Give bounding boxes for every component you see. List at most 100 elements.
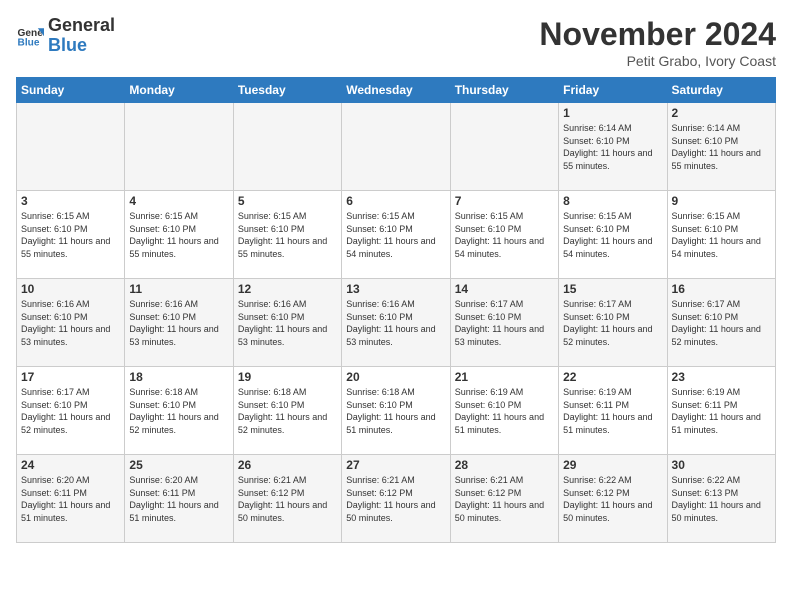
header-monday: Monday <box>125 78 233 103</box>
header-saturday: Saturday <box>667 78 775 103</box>
calendar-week-row: 24Sunrise: 6:20 AM Sunset: 6:11 PM Dayli… <box>17 455 776 543</box>
header-thursday: Thursday <box>450 78 558 103</box>
calendar-week-row: 10 Sunrise: 6:16 AM Sunset: 6:10 PM Dayli… <box>17 279 776 367</box>
calendar-cell: 30Sunrise: 6:22 AM Sunset: 6:13 PM Dayli… <box>667 455 775 543</box>
day-number: 28 <box>455 458 554 472</box>
day-info: Sunrise: 6:15 AM Sunset: 6:10 PM Dayligh… <box>129 210 228 260</box>
calendar-cell <box>125 103 233 191</box>
calendar-week-row: 1 Sunrise: 6:14 AM Sunset: 6:10 PM Daylig… <box>17 103 776 191</box>
calendar-cell: 26Sunrise: 6:21 AM Sunset: 6:12 PM Dayli… <box>233 455 341 543</box>
calendar-cell: 9 Sunrise: 6:15 AM Sunset: 6:10 PM Daylig… <box>667 191 775 279</box>
day-info: Sunrise: 6:17 AM Sunset: 6:10 PM Dayligh… <box>455 298 554 348</box>
calendar-cell: 13 Sunrise: 6:16 AM Sunset: 6:10 PM Dayli… <box>342 279 450 367</box>
day-number: 2 <box>672 106 771 120</box>
calendar-cell: 29 Sunrise: 6:22 AM Sunset: 6:12 PM Dayli… <box>559 455 667 543</box>
location-subtitle: Petit Grabo, Ivory Coast <box>539 53 776 69</box>
day-number: 14 <box>455 282 554 296</box>
day-info: Sunrise: 6:18 AM Sunset: 6:10 PM Dayligh… <box>238 386 337 436</box>
calendar-cell: 12 Sunrise: 6:16 AM Sunset: 6:10 PM Dayli… <box>233 279 341 367</box>
day-info: Sunrise: 6:22 AM Sunset: 6:12 PM Dayligh… <box>563 474 662 524</box>
day-info: Sunrise: 6:16 AM Sunset: 6:10 PM Dayligh… <box>129 298 228 348</box>
day-info: Sunrise: 6:14 AM Sunset: 6:10 PM Dayligh… <box>672 122 771 172</box>
day-info: Sunrise: 6:20 AM Sunset: 6:11 PM Dayligh… <box>129 474 228 524</box>
calendar-cell: 18 Sunrise: 6:18 AM Sunset: 6:10 PM Dayli… <box>125 367 233 455</box>
day-number: 10 <box>21 282 120 296</box>
day-info: Sunrise: 6:20 AM Sunset: 6:11 PM Dayligh… <box>21 474 120 524</box>
day-number: 1 <box>563 106 662 120</box>
logo-blue: Blue <box>48 36 115 56</box>
day-number: 19 <box>238 370 337 384</box>
day-info: Sunrise: 6:18 AM Sunset: 6:10 PM Dayligh… <box>129 386 228 436</box>
day-info: Sunrise: 6:19 AM Sunset: 6:10 PM Dayligh… <box>455 386 554 436</box>
month-title: November 2024 <box>539 16 776 53</box>
calendar-cell: 6 Sunrise: 6:15 AM Sunset: 6:10 PM Daylig… <box>342 191 450 279</box>
calendar-cell: 15Sunrise: 6:17 AM Sunset: 6:10 PM Dayli… <box>559 279 667 367</box>
day-number: 8 <box>563 194 662 208</box>
title-area: November 2024 Petit Grabo, Ivory Coast <box>539 16 776 69</box>
logo-general: General <box>48 16 115 36</box>
day-number: 6 <box>346 194 445 208</box>
day-info: Sunrise: 6:14 AM Sunset: 6:10 PM Dayligh… <box>563 122 662 172</box>
calendar-cell: 21 Sunrise: 6:19 AM Sunset: 6:10 PM Dayli… <box>450 367 558 455</box>
day-info: Sunrise: 6:17 AM Sunset: 6:10 PM Dayligh… <box>21 386 120 436</box>
day-info: Sunrise: 6:19 AM Sunset: 6:11 PM Dayligh… <box>672 386 771 436</box>
day-number: 30 <box>672 458 771 472</box>
day-info: Sunrise: 6:19 AM Sunset: 6:11 PM Dayligh… <box>563 386 662 436</box>
header-friday: Friday <box>559 78 667 103</box>
day-number: 29 <box>563 458 662 472</box>
day-info: Sunrise: 6:21 AM Sunset: 6:12 PM Dayligh… <box>238 474 337 524</box>
day-info: Sunrise: 6:17 AM Sunset: 6:10 PM Dayligh… <box>672 298 771 348</box>
day-info: Sunrise: 6:15 AM Sunset: 6:10 PM Dayligh… <box>346 210 445 260</box>
day-info: Sunrise: 6:16 AM Sunset: 6:10 PM Dayligh… <box>238 298 337 348</box>
day-number: 18 <box>129 370 228 384</box>
day-number: 7 <box>455 194 554 208</box>
header: General Blue General Blue November 2024 … <box>16 16 776 69</box>
calendar-cell: 4 Sunrise: 6:15 AM Sunset: 6:10 PM Daylig… <box>125 191 233 279</box>
day-info: Sunrise: 6:16 AM Sunset: 6:10 PM Dayligh… <box>21 298 120 348</box>
logo-icon: General Blue <box>16 22 44 50</box>
day-number: 3 <box>21 194 120 208</box>
day-info: Sunrise: 6:17 AM Sunset: 6:10 PM Dayligh… <box>563 298 662 348</box>
day-info: Sunrise: 6:15 AM Sunset: 6:10 PM Dayligh… <box>21 210 120 260</box>
day-number: 11 <box>129 282 228 296</box>
day-info: Sunrise: 6:15 AM Sunset: 6:10 PM Dayligh… <box>672 210 771 260</box>
day-number: 9 <box>672 194 771 208</box>
header-tuesday: Tuesday <box>233 78 341 103</box>
day-number: 20 <box>346 370 445 384</box>
day-number: 22 <box>563 370 662 384</box>
calendar-cell: 19 Sunrise: 6:18 AM Sunset: 6:10 PM Dayli… <box>233 367 341 455</box>
day-number: 16 <box>672 282 771 296</box>
calendar-cell: 5 Sunrise: 6:15 AM Sunset: 6:10 PM Daylig… <box>233 191 341 279</box>
calendar-cell <box>342 103 450 191</box>
day-number: 4 <box>129 194 228 208</box>
day-number: 25 <box>129 458 228 472</box>
day-number: 27 <box>346 458 445 472</box>
calendar-cell: 24Sunrise: 6:20 AM Sunset: 6:11 PM Dayli… <box>17 455 125 543</box>
logo: General Blue General Blue <box>16 16 115 56</box>
day-number: 13 <box>346 282 445 296</box>
calendar-week-row: 3 Sunrise: 6:15 AM Sunset: 6:10 PM Daylig… <box>17 191 776 279</box>
calendar-cell <box>17 103 125 191</box>
day-info: Sunrise: 6:21 AM Sunset: 6:12 PM Dayligh… <box>455 474 554 524</box>
day-number: 5 <box>238 194 337 208</box>
calendar-cell: 11 Sunrise: 6:16 AM Sunset: 6:10 PM Dayli… <box>125 279 233 367</box>
calendar-cell: 14 Sunrise: 6:17 AM Sunset: 6:10 PM Dayli… <box>450 279 558 367</box>
calendar-cell: 16 Sunrise: 6:17 AM Sunset: 6:10 PM Dayli… <box>667 279 775 367</box>
calendar-cell: 3 Sunrise: 6:15 AM Sunset: 6:10 PM Daylig… <box>17 191 125 279</box>
calendar-cell: 7 Sunrise: 6:15 AM Sunset: 6:10 PM Daylig… <box>450 191 558 279</box>
day-info: Sunrise: 6:15 AM Sunset: 6:10 PM Dayligh… <box>455 210 554 260</box>
calendar-cell <box>233 103 341 191</box>
day-info: Sunrise: 6:18 AM Sunset: 6:10 PM Dayligh… <box>346 386 445 436</box>
calendar-cell: 1 Sunrise: 6:14 AM Sunset: 6:10 PM Daylig… <box>559 103 667 191</box>
day-info: Sunrise: 6:16 AM Sunset: 6:10 PM Dayligh… <box>346 298 445 348</box>
calendar-cell <box>450 103 558 191</box>
calendar-header-row: SundayMondayTuesdayWednesdayThursdayFrid… <box>17 78 776 103</box>
header-sunday: Sunday <box>17 78 125 103</box>
day-number: 21 <box>455 370 554 384</box>
calendar-cell: 25 Sunrise: 6:20 AM Sunset: 6:11 PM Dayli… <box>125 455 233 543</box>
day-info: Sunrise: 6:21 AM Sunset: 6:12 PM Dayligh… <box>346 474 445 524</box>
day-info: Sunrise: 6:15 AM Sunset: 6:10 PM Dayligh… <box>563 210 662 260</box>
day-info: Sunrise: 6:15 AM Sunset: 6:10 PM Dayligh… <box>238 210 337 260</box>
day-number: 12 <box>238 282 337 296</box>
calendar-cell: 28 Sunrise: 6:21 AM Sunset: 6:12 PM Dayli… <box>450 455 558 543</box>
